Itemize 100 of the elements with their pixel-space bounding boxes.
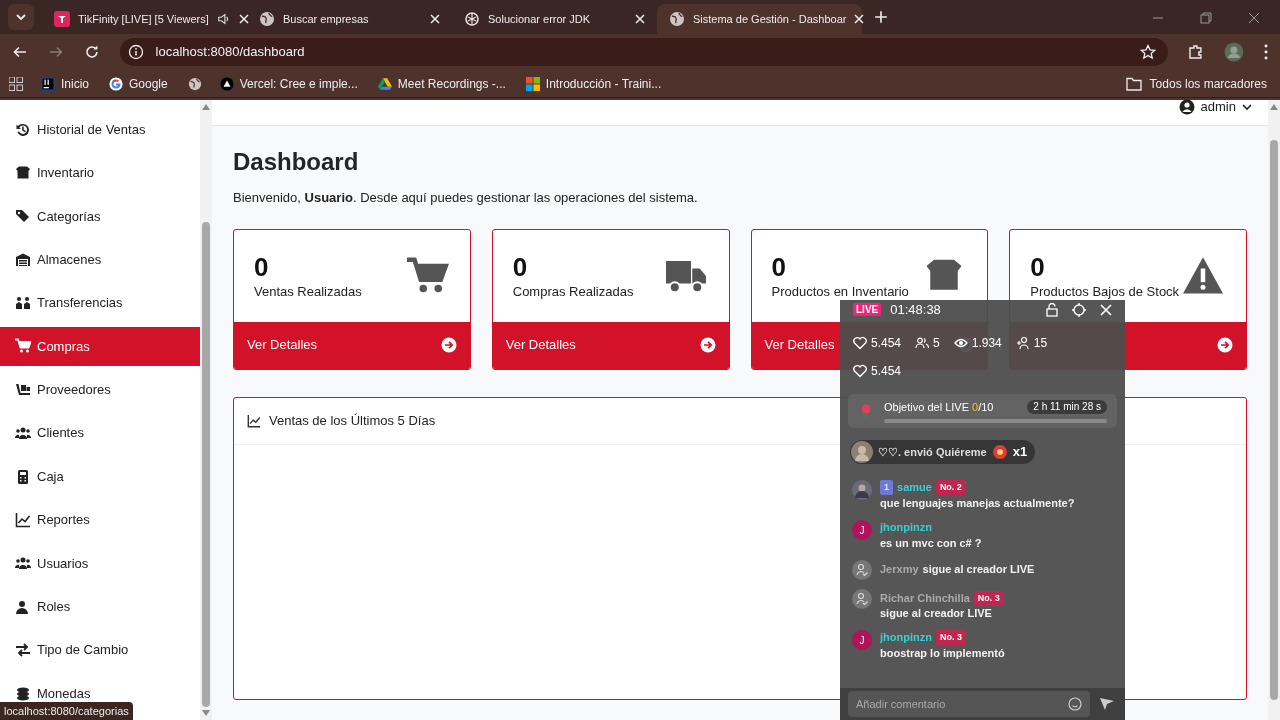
user-icon (15, 598, 31, 615)
users-icon (15, 555, 31, 572)
panel-title: Ventas de los Últimos 5 Días (269, 411, 436, 430)
comment-field[interactable]: Añadir comentario (848, 691, 1090, 717)
scroll-up-icon (202, 104, 210, 110)
people-icon (915, 336, 930, 350)
line-chart-icon (15, 512, 31, 528)
gift-text: ♡♡. envió Quiéreme (878, 444, 987, 460)
bookmark[interactable]: Introducción - Traini... (523, 74, 664, 93)
details-link[interactable]: Ver Detalles (234, 321, 470, 369)
message-text: sigue al creador LIVE (880, 606, 992, 621)
sidebar-item[interactable]: Tipo de Cambio (0, 630, 200, 670)
gift-count: x1 (1012, 443, 1028, 462)
arrow-circle-icon (1217, 337, 1233, 353)
message-text: sigue al creador LIVE (922, 562, 1035, 577)
scroll-up-icon (1270, 104, 1278, 110)
sidebar-item[interactable]: Proveedores (0, 370, 200, 410)
user-photo-icon (852, 480, 872, 500)
browser-tab[interactable]: Sistema de Gestión - Dashboar (657, 4, 862, 34)
details-link[interactable]: Ver Detalles (492, 321, 729, 369)
drive-logo-icon (377, 76, 392, 91)
sidebar-item[interactable]: Clientes (0, 413, 200, 453)
stat-item: 5.454 (853, 334, 902, 352)
gift-icon (991, 444, 1008, 460)
sidebar-item[interactable]: Reportes (0, 500, 200, 540)
browser-tab[interactable]: TikFinity [LIVE] [5 Viewers] (42, 4, 247, 34)
folder-icon (1125, 76, 1142, 91)
default-avatar-icon (852, 589, 872, 609)
user-photo-icon (851, 441, 873, 463)
forward-icon[interactable] (47, 44, 64, 60)
bookmark[interactable]: Google (107, 74, 170, 93)
sidebar-item[interactable]: Caja (0, 457, 200, 497)
all-bookmarks-folder[interactable]: Todos los marcadores (1125, 74, 1271, 93)
emoji-icon[interactable] (1068, 697, 1082, 711)
username[interactable]: jhonpinzn (880, 630, 932, 645)
globe-icon (187, 76, 202, 91)
stream-time: 01:48:38 (890, 300, 941, 319)
stat-item: 5 (915, 334, 940, 352)
chevron-down-icon (1242, 101, 1252, 112)
lock-icon[interactable] (1046, 302, 1058, 317)
rank-badge: No. 3 (935, 630, 966, 645)
sidebar-item[interactable]: Compras (0, 326, 200, 366)
sidebar-item[interactable]: Transferencias (0, 283, 200, 323)
stat-item: 15 (1015, 334, 1048, 352)
scrollbar[interactable] (200, 100, 212, 720)
stat-item: 5.454 (853, 362, 902, 380)
tiktok-logo-icon (54, 11, 70, 27)
tab-title: Sistema de Gestión - Dashboar (693, 11, 847, 27)
user-avatar: J (852, 520, 872, 540)
bookmark[interactable]: Inicio (39, 74, 91, 93)
sidebar-item[interactable]: Inventario (0, 153, 200, 193)
sidebar-item[interactable]: Almacenes (0, 240, 200, 280)
username[interactable]: samue (897, 480, 932, 495)
extensions-icon[interactable] (1188, 44, 1205, 60)
user-menu[interactable]: admin (1178, 97, 1252, 117)
browser-tab[interactable]: Buscar empresas (247, 4, 452, 34)
address-bar[interactable]: localhost:8080/dashboard (119, 38, 1169, 66)
profile-avatar-icon[interactable] (1224, 42, 1245, 62)
username[interactable]: jhonpinzn (880, 520, 932, 535)
exchange-icon (15, 642, 31, 659)
tab-title: TikFinity [LIVE] [5 Viewers] (78, 11, 209, 27)
back-icon[interactable] (12, 44, 28, 60)
close-icon[interactable] (1248, 12, 1260, 24)
status-url-tooltip: localhost:8080/categorias (0, 702, 133, 720)
warning-icon (1180, 255, 1226, 296)
stat-value: 0 (771, 251, 787, 282)
menu-icon[interactable] (1264, 44, 1268, 60)
windows-logo-icon (525, 76, 540, 91)
calculator-icon (15, 468, 31, 485)
tab-search-button[interactable] (8, 4, 34, 30)
restore-icon[interactable] (1200, 12, 1212, 24)
bookmark[interactable]: Meet Recordings -... (375, 74, 508, 93)
scrollbar[interactable] (1268, 100, 1280, 720)
sidebar-item[interactable]: Roles (0, 587, 200, 627)
sidebar-item[interactable]: Historial de Ventas (0, 110, 200, 149)
live-badge: LIVE (853, 303, 882, 316)
heart-icon (853, 336, 867, 350)
reload-icon[interactable] (83, 44, 100, 60)
stat-label: Compras Realizadas (512, 282, 634, 301)
settings-icon[interactable] (1072, 302, 1086, 317)
eye-icon (953, 336, 968, 350)
send-icon[interactable] (1100, 697, 1114, 711)
stat-value: 0 (1030, 251, 1046, 282)
browser-tab[interactable]: Solucionar error JDK (452, 4, 657, 34)
timer-pill: 2 h 11 min 28 s (1027, 400, 1107, 414)
arrow-circle-icon (440, 337, 457, 353)
bookmark[interactable]: Vercel: Cree e imple... (217, 74, 360, 93)
sidebar-item[interactable]: Categorías (0, 196, 200, 236)
warehouse-icon (15, 251, 31, 268)
level-badge: 1 (880, 480, 893, 495)
star-icon[interactable] (1140, 44, 1157, 60)
apps-grid-icon[interactable] (9, 76, 23, 91)
globe-icon (669, 11, 685, 27)
rank-badge: No. 2 (935, 480, 966, 495)
goal-label: Objetivo del LIVE 0/10 (884, 399, 994, 415)
new-tab-icon[interactable] (874, 10, 888, 24)
users-icon (15, 425, 31, 442)
rank-badge: No. 3 (973, 591, 1004, 606)
stat-label: Ventas Realizadas (254, 282, 362, 301)
sidebar-item[interactable]: Usuarios (0, 543, 200, 583)
